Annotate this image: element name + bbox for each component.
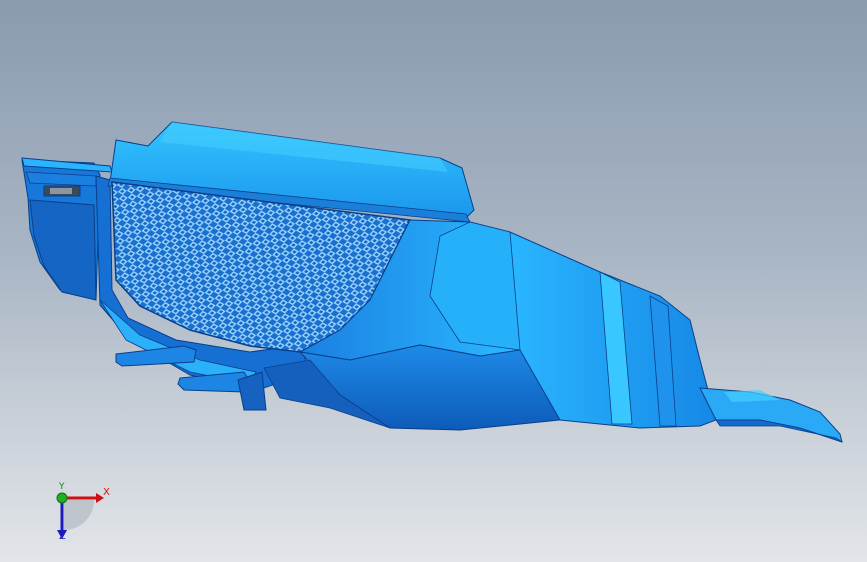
axis-triad: X Y Z (40, 478, 120, 548)
y-axis-label: Y (59, 482, 65, 492)
cad-3d-model[interactable] (0, 0, 867, 562)
tail-flange (699, 387, 843, 443)
cad-viewport[interactable]: X Y Z (0, 0, 867, 562)
x-axis-label: X (103, 487, 110, 498)
z-axis-label: Z (59, 531, 66, 542)
